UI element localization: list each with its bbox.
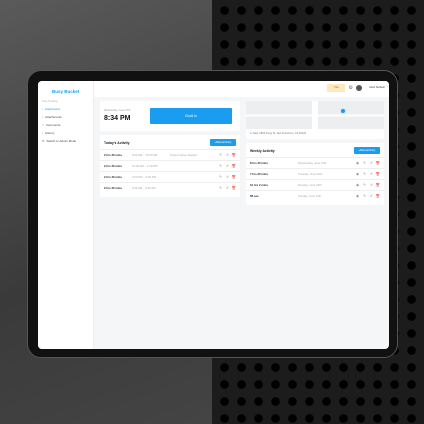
sidebar-item-dashboard[interactable]: ▫ Dashboard <box>42 107 60 111</box>
duration: 10 hrs 2 mins <box>250 183 268 187</box>
trash-icon[interactable]: 🗑 <box>232 175 236 179</box>
switch-icon: ✕ <box>42 139 45 143</box>
logo: Busy Bucket <box>52 89 80 94</box>
duration: 2 hrs 30 mins <box>104 153 122 157</box>
app-screen: Busy Bucket Time Tracking ▫ Dashboard ▫ At… <box>38 81 389 349</box>
view-icon[interactable]: ◉ <box>356 161 359 165</box>
edit-icon[interactable]: ✎ <box>219 164 222 168</box>
table-row: 7 hrs 30 mins Tuesday, June 26th ◉ ✎ ✐ 🗑 <box>246 168 384 179</box>
trash-icon[interactable]: 🗑 <box>232 186 236 190</box>
edit-note-icon[interactable]: ✐ <box>370 161 373 165</box>
sidebar: Busy Bucket Time Tracking ▫ Dashboard ▫ At… <box>38 81 94 349</box>
day: Monday, June 25th <box>298 183 322 187</box>
duration: 58 sec <box>250 194 259 198</box>
comment-icon: ○ <box>42 123 44 127</box>
location-pin-icon <box>340 108 346 114</box>
user-name[interactable]: Arturi Seritson <box>369 86 385 89</box>
current-time: 8:34 PM <box>104 115 131 122</box>
attachment-icon: ▫ <box>42 115 44 119</box>
weekly-title: Weekly Activity <box>250 149 275 153</box>
table-row: 2 hrs 30 mins 8:00 AM – 10:30 AM Project N… <box>100 149 240 160</box>
sidebar-item-history[interactable]: ▫ History <box>42 131 54 135</box>
range: 3:00 PM – 6:00 PM <box>132 175 156 179</box>
trash-icon[interactable]: 🗑 <box>376 194 380 198</box>
duration: 2 hrs 30 mins <box>104 175 122 179</box>
edit-note-icon[interactable]: ✐ <box>370 194 373 198</box>
today-title: Today's Activity <box>104 141 130 145</box>
day: Tuesday, June 26th <box>298 172 323 176</box>
edit-note-icon[interactable]: ✐ <box>370 172 373 176</box>
edit-icon[interactable]: ✎ <box>363 183 366 187</box>
header: Trial ⚙ Arturi Seritson <box>94 81 389 97</box>
current-date: Wednesday, June 27th <box>104 109 131 112</box>
edit-note-icon[interactable]: ✐ <box>226 175 229 179</box>
avatar[interactable] <box>356 85 362 91</box>
manual-entry-button[interactable]: + Manual Entry <box>210 139 236 146</box>
duration: 8 hrs 30 mins <box>250 161 268 165</box>
grid-icon: ▫ <box>42 107 44 111</box>
edit-note-icon[interactable]: ✐ <box>370 183 373 187</box>
edit-icon[interactable]: ✎ <box>219 186 222 190</box>
edit-icon[interactable]: ✎ <box>363 161 366 165</box>
day: Sunday, June 24th <box>298 194 322 198</box>
map[interactable] <box>246 101 384 129</box>
duration: 2 hrs 30 mins <box>104 164 122 168</box>
clock-card: Wednesday, June 27th 8:34 PM Clock In <box>100 101 240 131</box>
sidebar-item-attachments[interactable]: ▫ Attachments <box>42 115 62 119</box>
edit-icon[interactable]: ✎ <box>219 153 222 157</box>
trash-icon[interactable]: 🗑 <box>376 161 380 165</box>
edit-note-icon[interactable]: ✐ <box>226 153 229 157</box>
view-icon[interactable]: ◉ <box>356 183 359 187</box>
table-row: 2 hrs 30 mins 10:00 AM – 1:30 PM ✎ ✐ 🗑 <box>100 160 240 171</box>
edit-note-icon[interactable]: ✐ <box>226 164 229 168</box>
today-activity-card: Today's Activity + Manual Entry 2 hrs 30… <box>100 135 240 197</box>
range: 6:00 AM – 6:30 AM <box>132 186 156 190</box>
tablet-frame: Busy Bucket Time Tracking ▫ Dashboard ▫ At… <box>27 70 398 358</box>
trial-badge[interactable]: Trial <box>327 84 345 92</box>
day: Wednesday, June 27th <box>298 161 327 165</box>
range: 10:00 AM – 1:30 PM <box>132 164 158 168</box>
sidebar-item-admin[interactable]: ✕ Switch to Admin Mode <box>42 139 76 143</box>
sidebar-item-comments[interactable]: ○ Comments <box>42 123 60 127</box>
edit-icon[interactable]: ✎ <box>363 172 366 176</box>
location-address: ➤ Near 1833 Irving St, San Francisco, CA… <box>250 132 307 135</box>
table-row: 8 hrs 30 mins Wednesday, June 27th ◉ ✎ ✐ 🗑 <box>246 157 384 168</box>
clock-in-button[interactable]: Clock In <box>150 108 232 124</box>
trash-icon[interactable]: 🗑 <box>232 153 236 157</box>
weekly-activity-card: Weekly Activity + Manual Entry 8 hrs 30 … <box>246 143 384 205</box>
duration: 7 hrs 30 mins <box>250 172 268 176</box>
table-row: 2 hrs 30 mins 6:00 AM – 6:30 AM ✎ ✐ 🗑 <box>100 182 240 193</box>
sidebar-section: Time Tracking <box>42 100 58 103</box>
table-row: 58 sec Sunday, June 24th ◉ ✎ ✐ 🗑 <box>246 190 384 201</box>
gear-icon[interactable]: ⚙ <box>349 85 353 91</box>
table-row: 10 hrs 2 mins Monday, June 25th ◉ ✎ ✐ 🗑 <box>246 179 384 190</box>
edit-icon[interactable]: ✎ <box>363 194 366 198</box>
range: 8:00 AM – 10:30 AM <box>132 153 158 157</box>
edit-icon[interactable]: ✎ <box>219 175 222 179</box>
trash-icon[interactable]: 🗑 <box>376 172 380 176</box>
trash-icon[interactable]: 🗑 <box>376 183 380 187</box>
location-card: ➤ Near 1833 Irving St, San Francisco, CA… <box>246 101 384 139</box>
edit-note-icon[interactable]: ✐ <box>226 186 229 190</box>
history-icon: ▫ <box>42 131 44 135</box>
duration: 2 hrs 30 mins <box>104 186 122 190</box>
view-icon[interactable]: ◉ <box>356 194 359 198</box>
trash-icon[interactable]: 🗑 <box>232 164 236 168</box>
weekly-manual-entry-button[interactable]: + Manual Entry <box>354 147 380 154</box>
table-row: 2 hrs 30 mins 3:00 PM – 6:00 PM ✎ ✐ 🗑 <box>100 171 240 182</box>
view-icon[interactable]: ◉ <box>356 172 359 176</box>
note: Project Name Started <box>170 153 197 157</box>
